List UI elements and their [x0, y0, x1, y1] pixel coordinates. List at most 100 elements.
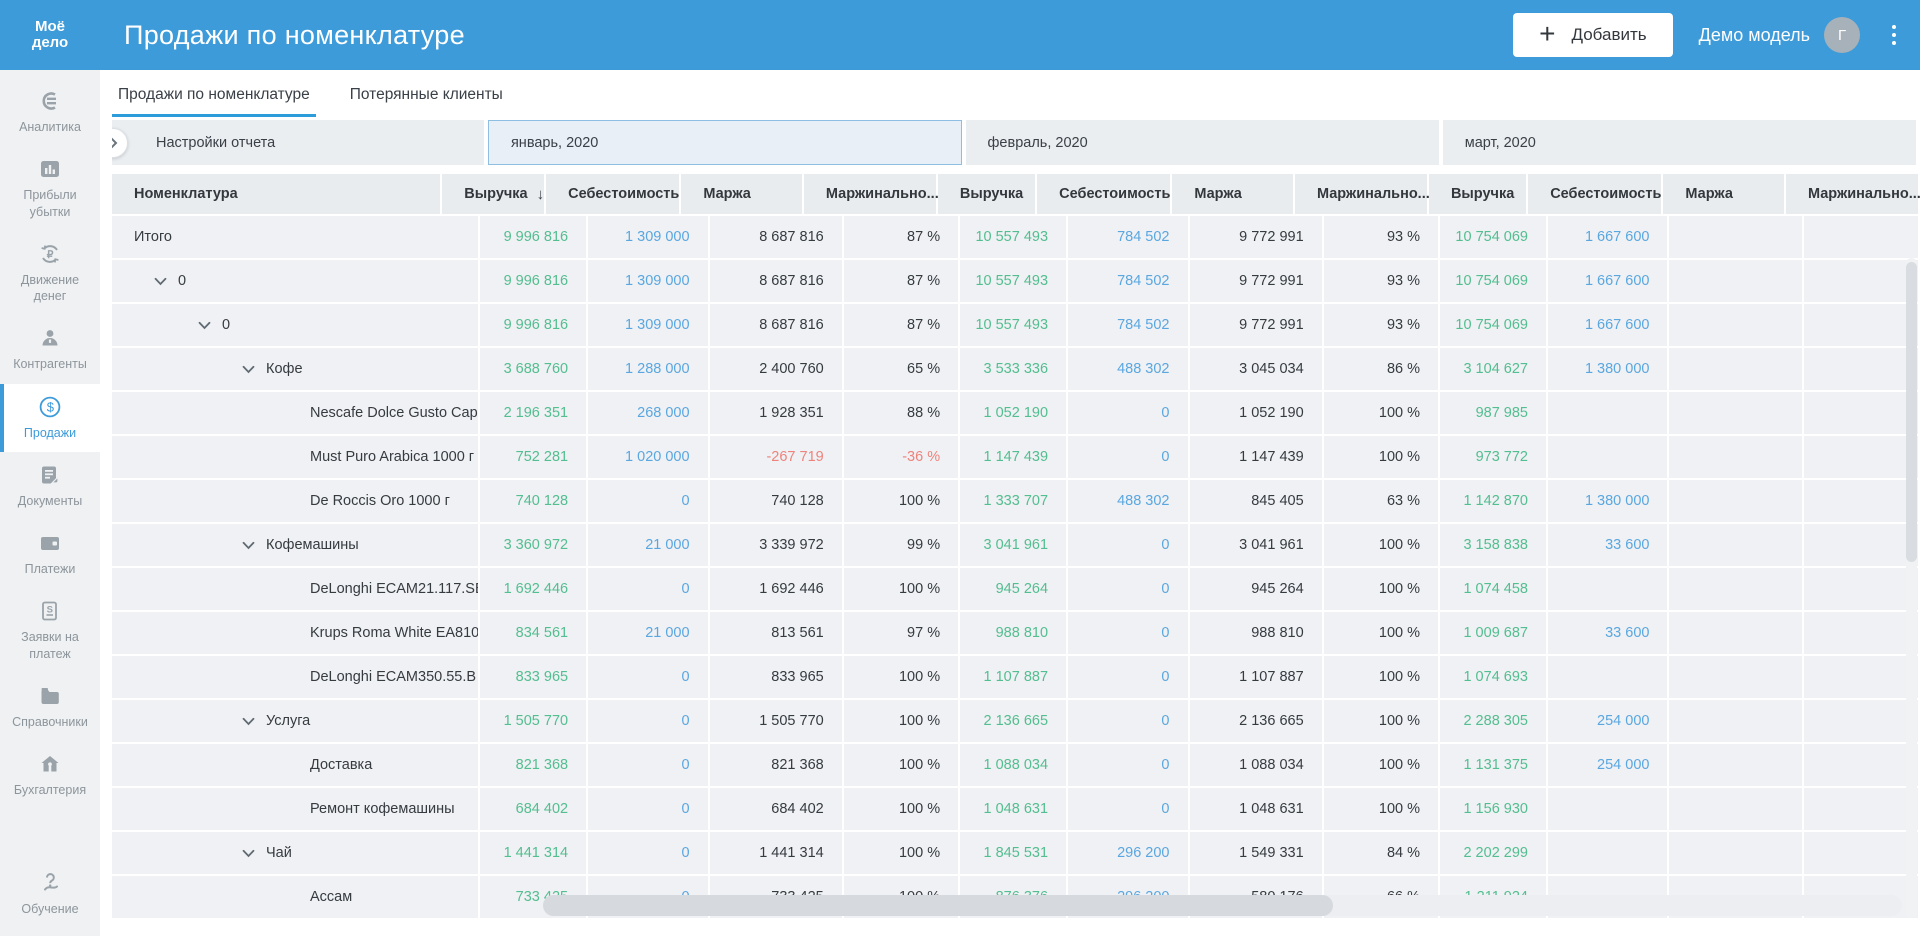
chevron-down-icon[interactable] — [242, 849, 255, 858]
table-row[interactable]: Krups Roma White EA810570834 56121 00081… — [112, 612, 1920, 654]
sidebar-item-sales[interactable]: $Продажи — [0, 384, 100, 452]
revenue-cell: 1 142 870 — [1440, 480, 1548, 522]
table-row[interactable]: Чай1 441 31401 441 314100 %1 845 531296 … — [112, 832, 1920, 874]
sidebar-item-label: Прибыли убытки — [3, 187, 97, 220]
chevron-down-icon[interactable] — [242, 365, 255, 374]
cost-cell: 1 380 000 — [1548, 480, 1669, 522]
column-header-margin-january-2020[interactable]: Маржа — [681, 174, 804, 214]
table-row[interactable]: Итого9 996 8161 309 0008 687 81687 %10 5… — [112, 216, 1920, 258]
margin-pct-cell: 84 % — [1324, 832, 1440, 874]
revenue-cell: 1 505 770 — [480, 700, 588, 742]
tab-lost-clients[interactable]: Потерянные клиенты — [344, 70, 509, 120]
chevron-down-icon[interactable] — [154, 277, 167, 286]
month-header-february-2020[interactable]: февраль, 2020 — [966, 120, 1439, 165]
tab-sales-by-nomenclature[interactable]: Продажи по номенклатуре — [112, 70, 316, 120]
moedelo-logo[interactable]: Моё дело — [0, 19, 100, 51]
sidebar-item-contractors[interactable]: Контрагенты — [0, 315, 100, 383]
table-row[interactable]: De Roccis Oro 1000 г740 1280740 128100 %… — [112, 480, 1920, 522]
horizontal-scrollbar[interactable] — [543, 895, 1902, 916]
table-row[interactable]: DeLonghi ECAM21.117.SB1 692 44601 692 44… — [112, 568, 1920, 610]
column-header-label: Маржинально... — [826, 186, 939, 202]
sidebar-item-analytics[interactable]: Аналитика — [0, 78, 100, 146]
cost-cell: 21 000 — [588, 612, 709, 654]
table-row[interactable]: 09 996 8161 309 0008 687 81687 %10 557 4… — [112, 260, 1920, 302]
cost-cell: 0 — [588, 700, 709, 742]
horizontal-scrollbar-thumb[interactable] — [543, 895, 1333, 916]
table-row[interactable]: Кофемашины3 360 97221 0003 339 97299 %3 … — [112, 524, 1920, 566]
cost-cell: 0 — [1068, 392, 1189, 434]
add-button[interactable]: + Добавить — [1513, 13, 1673, 57]
sidebar-item-profit-loss[interactable]: Прибыли убытки — [0, 146, 100, 231]
cost-cell: 1 380 000 — [1548, 348, 1669, 390]
sidebar-nav: Аналитика Прибыли убытки ₽Движение денегКо… — [0, 70, 100, 936]
table-row[interactable]: Ремонт кофемашины684 4020684 402100 %1 0… — [112, 788, 1920, 830]
nomenclature-label: DeLonghi ECAM350.55.B — [310, 669, 476, 685]
column-header-margin-pct-february-2020[interactable]: Маржинально... — [1295, 174, 1429, 214]
column-header-cost-january-2020[interactable]: Себестоимость — [546, 174, 681, 214]
table-row[interactable]: DeLonghi ECAM350.55.B833 9650833 965100 … — [112, 656, 1920, 698]
margin-cell: 988 810 — [1190, 612, 1324, 654]
chevron-down-icon[interactable] — [242, 541, 255, 550]
kebab-menu-icon[interactable] — [1886, 19, 1902, 51]
margin-pct-cell — [1804, 260, 1920, 302]
margin-cell: 740 128 — [710, 480, 844, 522]
documents-icon — [38, 463, 62, 487]
month-header-january-2020[interactable]: январь, 2020 — [488, 120, 962, 165]
sidebar-item-education[interactable]: Обучение — [0, 860, 100, 928]
revenue-cell: 988 810 — [960, 612, 1068, 654]
column-header-cost-march-2020[interactable]: Себестоимость — [1528, 174, 1663, 214]
margin-cell: 1 048 631 — [1190, 788, 1324, 830]
table-row[interactable]: Услуга1 505 77001 505 770100 %2 136 6650… — [112, 700, 1920, 742]
column-header-cost-february-2020[interactable]: Себестоимость — [1037, 174, 1172, 214]
margin-cell: 9 772 991 — [1190, 216, 1324, 258]
svg-text:₽: ₽ — [47, 249, 54, 261]
column-header-margin-march-2020[interactable]: Маржа — [1663, 174, 1786, 214]
cost-cell: 0 — [1068, 568, 1189, 610]
chevron-down-icon[interactable] — [198, 321, 211, 330]
table-row[interactable]: 09 996 8161 309 0008 687 81687 %10 557 4… — [112, 304, 1920, 346]
vertical-scrollbar[interactable] — [1906, 258, 1917, 918]
table-row[interactable]: Nescafe Dolce Gusto Cappuccino 8 по...2 … — [112, 392, 1920, 434]
vertical-scrollbar-thumb[interactable] — [1906, 262, 1917, 562]
column-header-margin-pct-march-2020[interactable]: Маржинально... — [1786, 174, 1920, 214]
sidebar-item-documents[interactable]: Документы — [0, 452, 100, 520]
column-header-label: Себестоимость — [1550, 186, 1661, 202]
sidebar-item-directories[interactable]: Справочники — [0, 673, 100, 741]
sidebar-item-label: Документы — [18, 493, 82, 509]
revenue-cell: 1 845 531 — [960, 832, 1068, 874]
account-menu[interactable]: Демо модель Г — [1699, 17, 1860, 53]
column-header-label: Маржа — [1194, 186, 1242, 202]
sidebar-item-label: Бухгалтерия — [14, 782, 86, 798]
sidebar-item-payments[interactable]: Платежи — [0, 520, 100, 588]
nomenclature-label: Ассам — [310, 889, 352, 905]
column-header-revenue-january-2020[interactable]: Выручка↓ — [442, 174, 546, 214]
chevron-right-icon — [112, 136, 118, 150]
margin-pct-cell: 88 % — [844, 392, 960, 434]
column-header-label: Себестоимость — [1059, 186, 1170, 202]
column-header-margin-pct-january-2020[interactable]: Маржинально... — [804, 174, 938, 214]
column-header-label: Маржа — [703, 186, 751, 202]
column-header-margin-february-2020[interactable]: Маржа — [1172, 174, 1295, 214]
cost-cell: 0 — [588, 832, 709, 874]
sidebar-item-payment-requests[interactable]: SЗаявки на платеж — [0, 588, 100, 673]
margin-pct-cell — [1804, 568, 1920, 610]
revenue-cell: 833 965 — [480, 656, 588, 698]
cost-cell: 784 502 — [1068, 260, 1189, 302]
column-header-revenue-february-2020[interactable]: Выручка — [938, 174, 1037, 214]
nomenclature-label: 0 — [222, 317, 230, 333]
margin-pct-cell — [1804, 392, 1920, 434]
column-header-revenue-march-2020[interactable]: Выручка — [1429, 174, 1528, 214]
report-grid: Настройки отчетаянварь, 2020февраль, 202… — [112, 120, 1920, 936]
table-row[interactable]: Доставка821 3680821 368100 %1 088 03401 … — [112, 744, 1920, 786]
cost-cell: 1 309 000 — [588, 260, 709, 302]
table-row[interactable]: Must Puro Arabica 1000 г752 2811 020 000… — [112, 436, 1920, 478]
month-header-march-2020[interactable]: март, 2020 — [1443, 120, 1916, 165]
margin-cell: 8 687 816 — [710, 260, 844, 302]
main-content: Продажи по номенклатуре Потерянные клиент… — [100, 70, 1920, 936]
chevron-down-icon[interactable] — [242, 717, 255, 726]
column-header-nomenclature[interactable]: Номенклатура — [112, 174, 442, 214]
nomenclature-label: Итого — [134, 229, 172, 245]
sidebar-item-accounting[interactable]: Бухгалтерия — [0, 741, 100, 809]
sidebar-item-cashflow[interactable]: ₽Движение денег — [0, 231, 100, 316]
table-row[interactable]: Кофе3 688 7601 288 0002 400 76065 %3 533… — [112, 348, 1920, 390]
